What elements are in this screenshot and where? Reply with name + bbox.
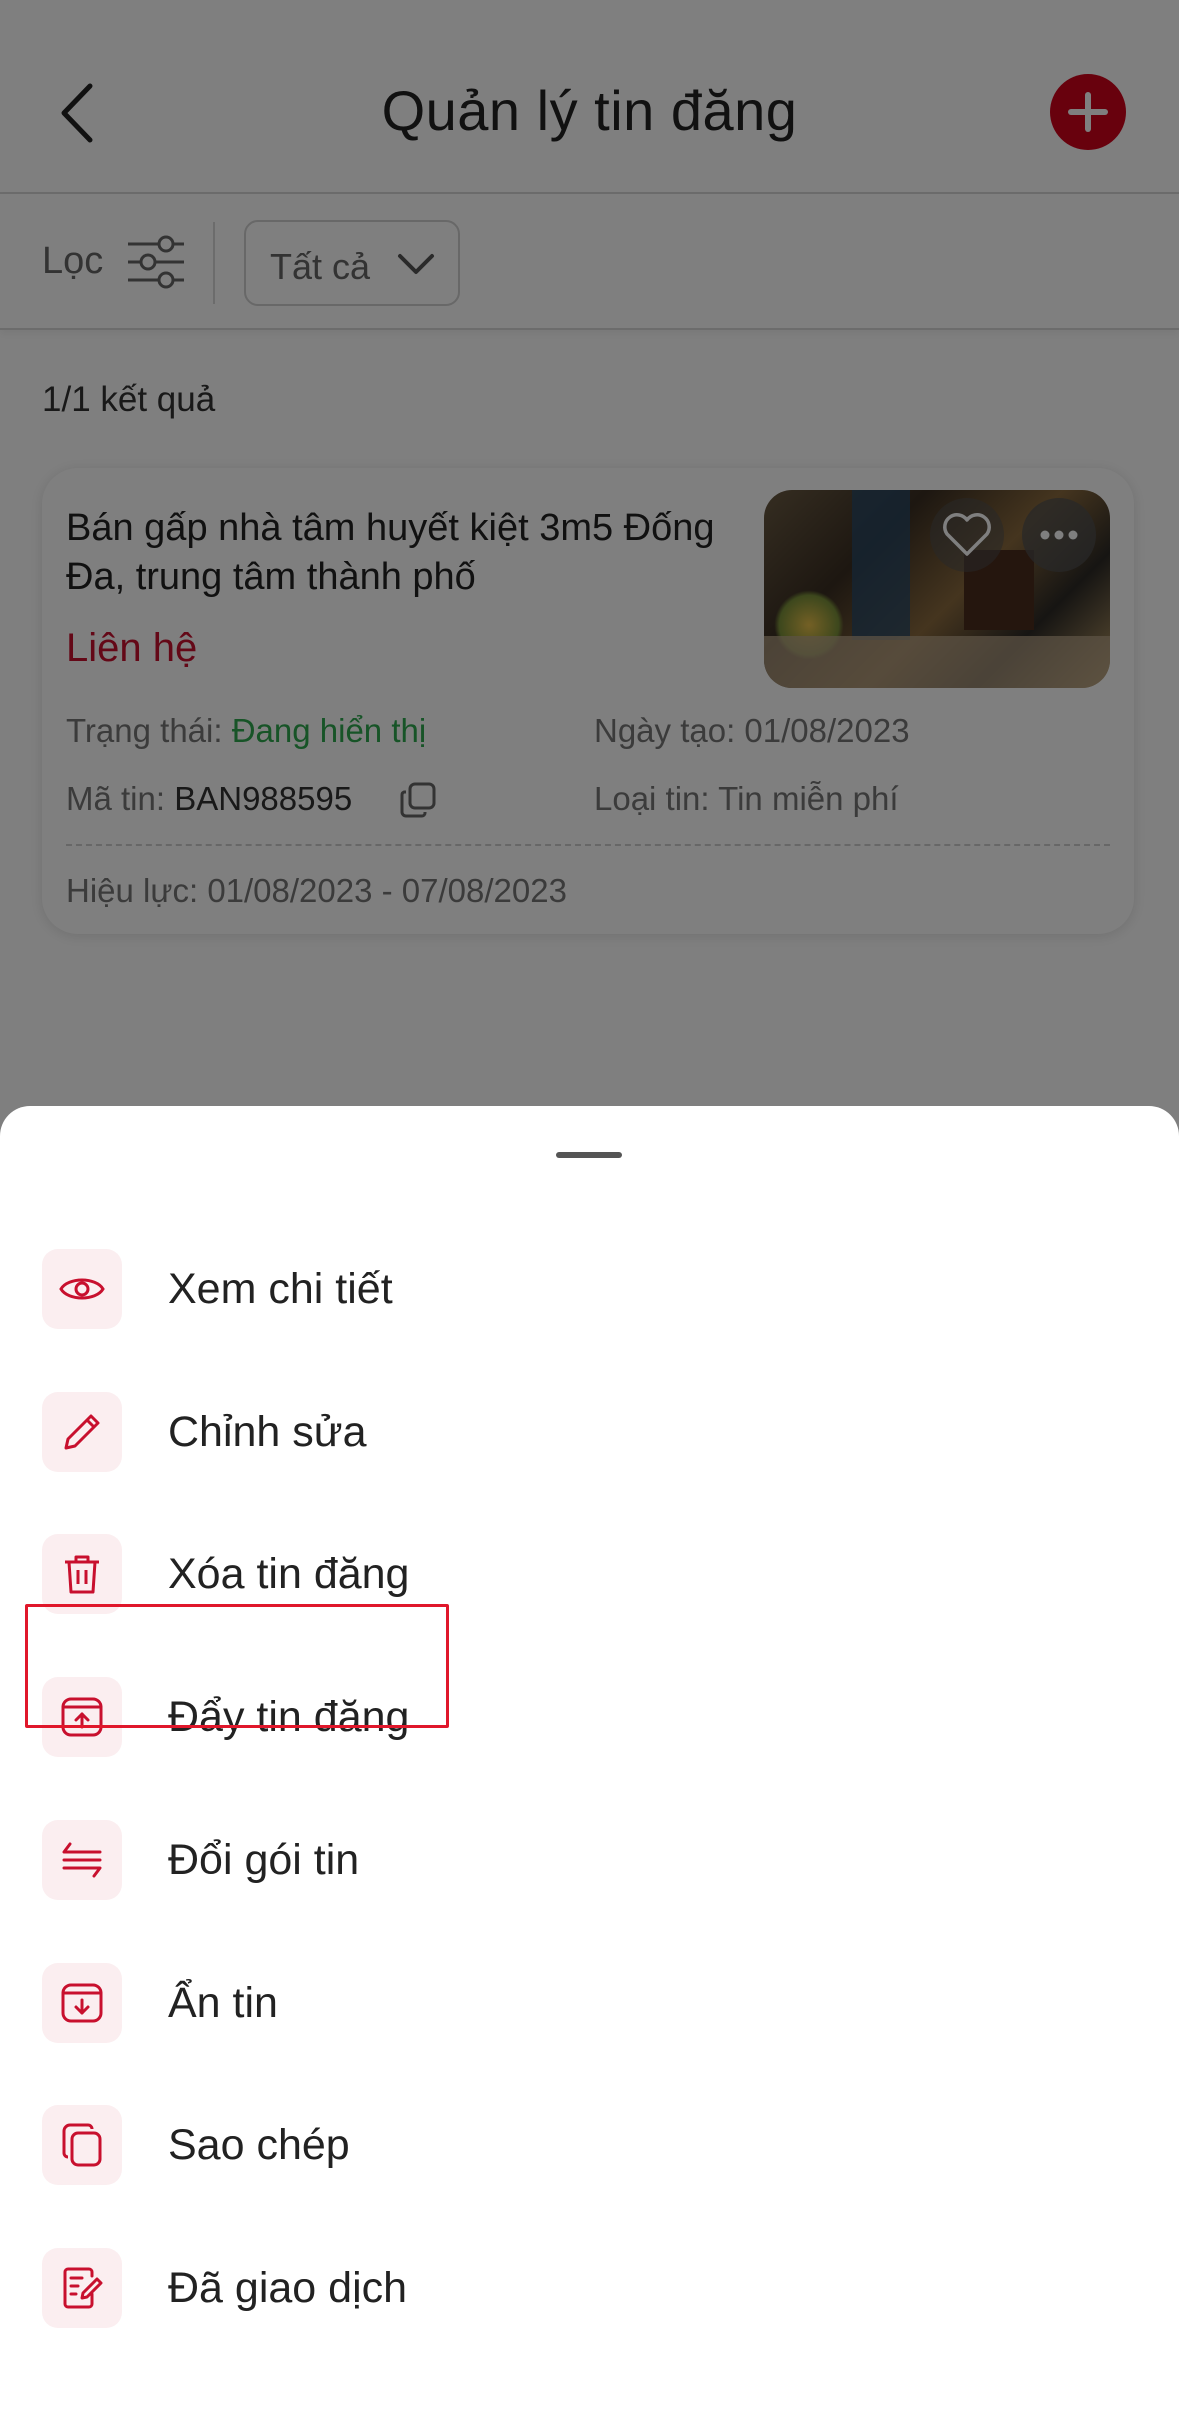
menu-item-label: Ẩn tin	[168, 1979, 278, 2027]
menu-item-label: Chỉnh sửa	[168, 1408, 367, 1456]
sheet-drag-handle[interactable]	[556, 1152, 622, 1158]
eye-icon	[59, 1278, 105, 1300]
menu-item-change-package[interactable]: Đổi gói tin	[0, 1810, 1179, 1910]
trash-icon	[65, 1555, 99, 1594]
screen: Quản lý tin đăng Lọc Tất cả 1/1 kết quả …	[0, 0, 1179, 2424]
menu-item-transacted[interactable]: Đã giao dịch	[0, 2238, 1179, 2338]
action-sheet: Xem chi tiết Chỉnh sửa Xóa tin đăng Đẩy …	[0, 1106, 1179, 2424]
menu-item-hide[interactable]: Ẩn tin	[0, 1953, 1179, 2053]
menu-item-label: Đã giao dịch	[168, 2264, 408, 2312]
menu-item-edit[interactable]: Chỉnh sửa	[0, 1382, 1179, 1482]
pencil-icon	[64, 1414, 100, 1450]
menu-item-label: Sao chép	[168, 2121, 350, 2169]
hide-down-icon	[61, 1983, 103, 2023]
menu-item-label: Xem chi tiết	[168, 1265, 393, 1313]
note-edit-icon	[63, 2267, 103, 2309]
copy-icon	[62, 2123, 102, 2167]
highlight-annotation	[25, 1604, 449, 1728]
swap-icon	[62, 1842, 102, 1878]
menu-item-label: Đổi gói tin	[168, 1836, 360, 1884]
menu-item-label: Xóa tin đăng	[168, 1550, 410, 1598]
menu-item-view-detail[interactable]: Xem chi tiết	[0, 1239, 1179, 1339]
menu-item-copy[interactable]: Sao chép	[0, 2095, 1179, 2195]
